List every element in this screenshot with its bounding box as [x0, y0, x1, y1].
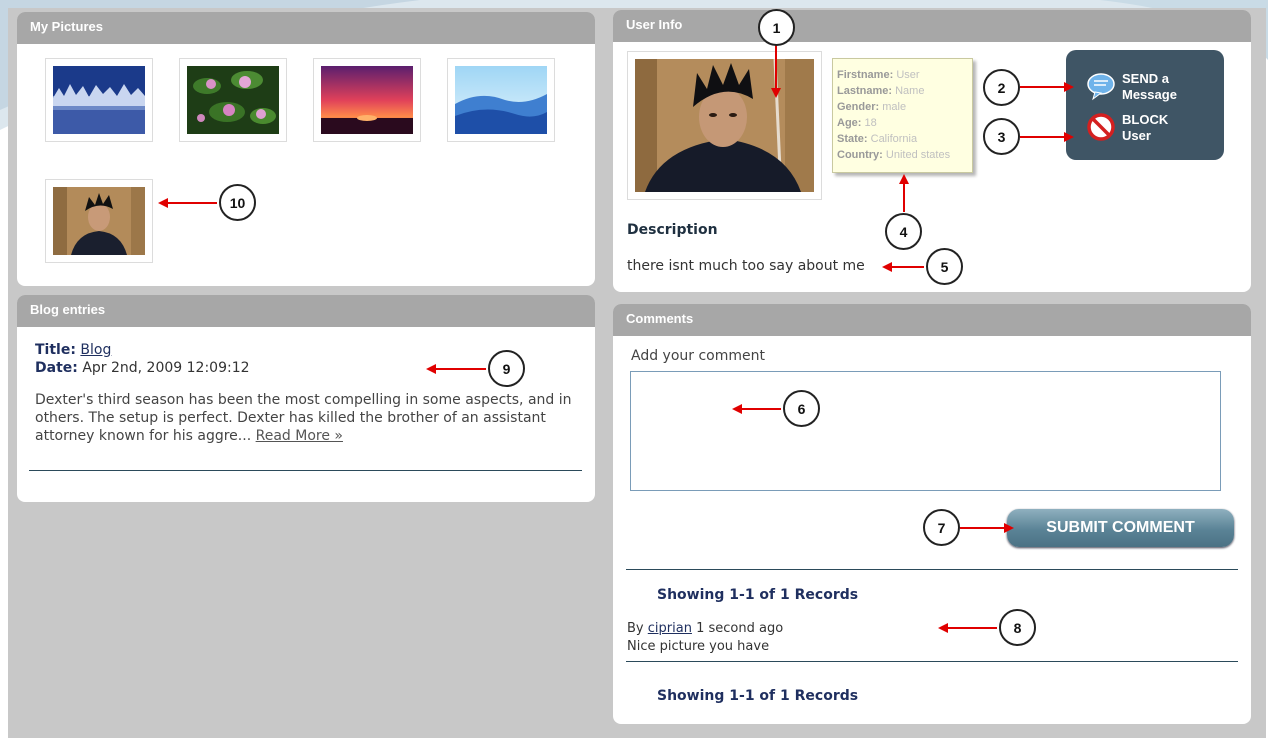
records-count-bottom: Showing 1-1 of 1 Records — [657, 688, 859, 704]
block-label-line2: User — [1122, 128, 1151, 143]
blog-date-label: Date: — [35, 360, 78, 376]
callout-10: 10 — [219, 184, 256, 221]
callout-7: 7 — [923, 509, 960, 546]
firstname-value: User — [896, 69, 920, 81]
water-lilies-image — [187, 66, 279, 134]
blog-divider — [29, 470, 582, 471]
gender-value: male — [882, 101, 907, 113]
callout-4: 4 — [885, 213, 922, 250]
picture-thumb-sunset[interactable] — [313, 58, 421, 142]
submit-comment-button[interactable]: SUBMIT COMMENT — [1007, 509, 1234, 547]
blog-title-label: Title: — [35, 342, 76, 358]
picture-thumb-hills[interactable] — [447, 58, 555, 142]
user-info-header: User Info — [613, 10, 1251, 42]
picture-thumb-user-photo[interactable] — [45, 179, 153, 263]
avatar[interactable] — [627, 51, 822, 200]
callout-3: 3 — [983, 118, 1020, 155]
my-pictures-header: My Pictures — [17, 12, 595, 44]
records-count-top: Showing 1-1 of 1 Records — [657, 587, 859, 603]
blog-date-value: Apr 2nd, 2009 12:09:12 — [82, 360, 250, 376]
send-label-line2: Message — [1122, 87, 1177, 102]
speech-bubble-icon — [1087, 73, 1115, 101]
lastname-label: Lastname: — [837, 85, 893, 97]
age-value: 18 — [864, 117, 877, 129]
send-message-button[interactable]: SEND a Message — [1086, 71, 1177, 103]
blog-entries-header: Blog entries — [17, 295, 595, 327]
callout-9: 9 — [488, 350, 525, 387]
comments-header: Comments — [613, 304, 1251, 336]
comments-divider-top — [626, 569, 1238, 570]
blog-entries-panel: Blog entries Title: Blog Date: Apr 2nd, … — [17, 295, 595, 502]
send-label-line1: SEND a — [1122, 71, 1169, 86]
blog-entry: Title: Blog Date: Apr 2nd, 2009 12:09:12… — [17, 327, 595, 459]
comment-input[interactable] — [630, 371, 1221, 491]
state-value: California — [870, 133, 918, 145]
user-photo-image — [53, 187, 145, 255]
firstname-label: Firstname: — [837, 69, 894, 81]
gender-label: Gender: — [837, 101, 880, 113]
comment-by-label: By — [627, 621, 644, 636]
winter-forest-image — [53, 66, 145, 134]
block-user-button[interactable]: BLOCK User — [1086, 112, 1168, 144]
callout-2: 2 — [983, 69, 1020, 106]
read-more-link[interactable]: Read More » — [256, 428, 343, 444]
callout-1: 1 — [758, 9, 795, 46]
user-details-tooltip: Firstname: User Lastname: Name Gender: m… — [832, 58, 973, 173]
add-comment-label: Add your comment — [631, 348, 765, 364]
my-pictures-panel: My Pictures — [17, 12, 595, 286]
callout-5: 5 — [926, 248, 963, 285]
user-info-panel: User Info Firstname: User Lastname: Name… — [613, 10, 1251, 292]
blue-hills-image — [455, 66, 547, 134]
user-actions-box: SEND a Message BLOCK User — [1066, 50, 1224, 160]
block-label-line1: BLOCK — [1122, 112, 1169, 127]
age-label: Age: — [837, 117, 862, 129]
comment-author-link[interactable]: ciprian — [648, 621, 692, 636]
callout-6: 6 — [783, 390, 820, 427]
country-value: United states — [885, 149, 951, 161]
picture-thumb-winter[interactable] — [45, 58, 153, 142]
block-icon — [1087, 113, 1115, 141]
avatar-photo — [635, 58, 814, 193]
comment-item: By ciprian 1 second ago Nice picture you… — [627, 620, 783, 656]
sunset-image — [321, 66, 413, 134]
callout-8: 8 — [999, 609, 1036, 646]
lastname-value: Name — [895, 85, 925, 97]
state-label: State: — [837, 133, 868, 145]
comments-divider-bottom — [626, 661, 1238, 662]
country-label: Country: — [837, 149, 883, 161]
comment-text: Nice picture you have — [627, 639, 770, 654]
description-title: Description — [627, 222, 718, 238]
blog-title-link[interactable]: Blog — [80, 342, 111, 358]
comment-time: 1 second ago — [696, 621, 784, 636]
picture-thumb-lilies[interactable] — [179, 58, 287, 142]
description-text: there isnt much too say about me — [627, 258, 865, 274]
